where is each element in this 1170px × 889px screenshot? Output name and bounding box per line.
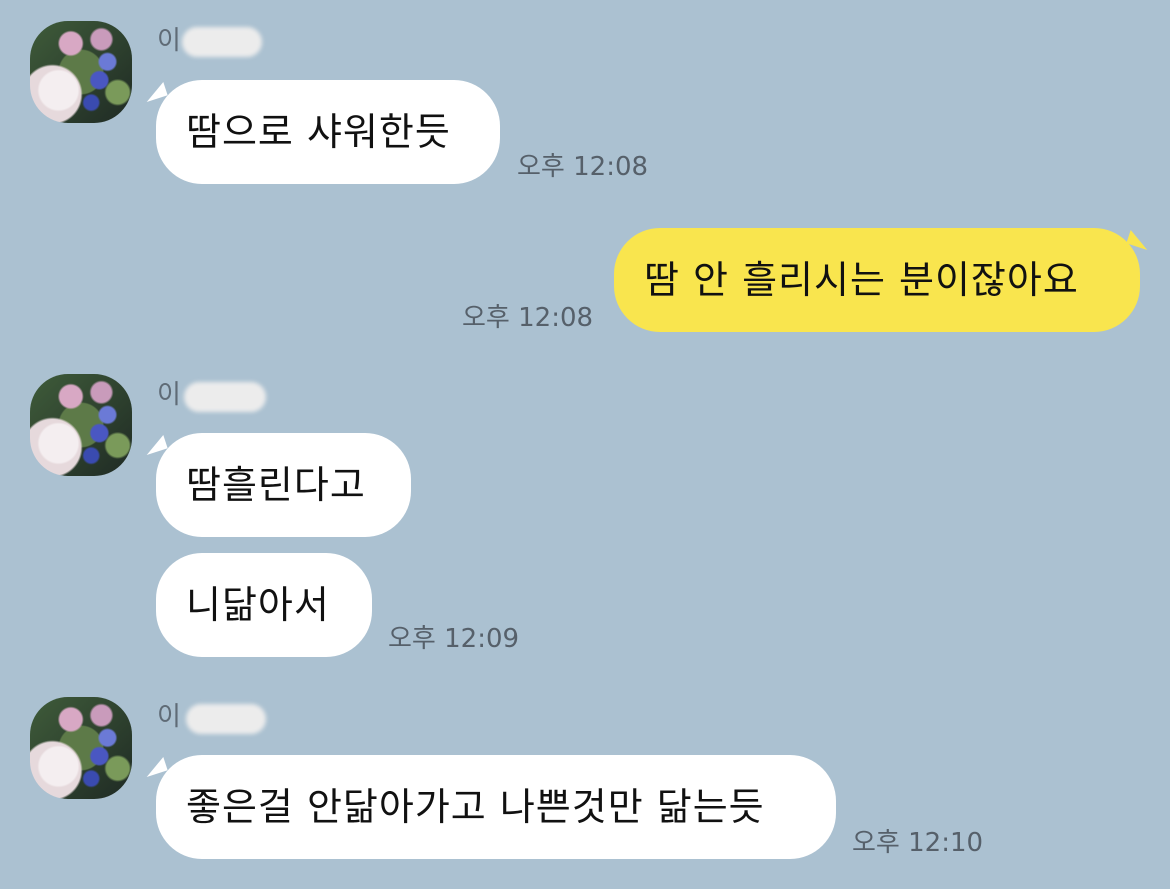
- avatar[interactable]: [30, 374, 132, 476]
- redacted-name: [182, 27, 262, 57]
- sender-name: 이: [157, 380, 181, 410]
- message-time: 오후 12:10: [852, 828, 984, 858]
- message-bubble-outgoing[interactable]: 땀 안 흘리시는 분이잖아요: [614, 228, 1140, 332]
- message-bubble[interactable]: 땀흘린다고: [156, 433, 411, 537]
- message-bubble[interactable]: 좋은걸 안닮아가고 나쁜것만 닮는듯: [156, 755, 836, 859]
- message-bubble[interactable]: 니닮아서: [156, 553, 372, 657]
- message-time: 오후 12:08: [462, 303, 594, 333]
- redacted-name: [184, 382, 266, 412]
- message-time: 오후 12:09: [388, 624, 520, 654]
- avatar[interactable]: [30, 697, 132, 799]
- sender-name: 이: [157, 702, 181, 732]
- message-bubble[interactable]: 땀으로 샤워한듯: [156, 80, 500, 184]
- sender-name: 이: [157, 26, 181, 56]
- redacted-name: [186, 704, 266, 734]
- avatar[interactable]: [30, 21, 132, 123]
- message-time: 오후 12:08: [517, 152, 649, 182]
